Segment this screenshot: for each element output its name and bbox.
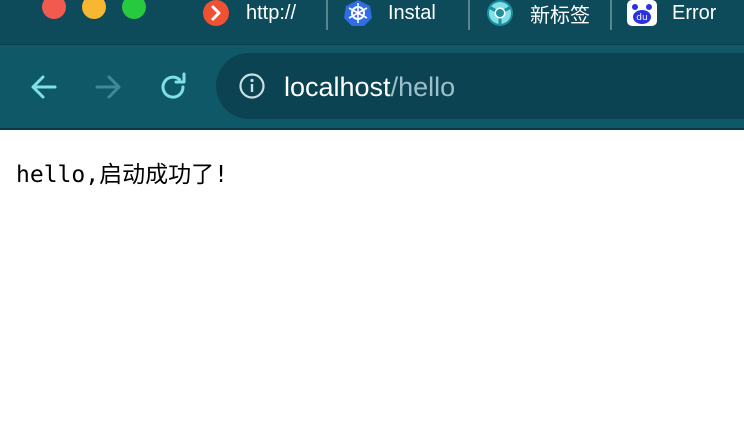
tab-title: http:// bbox=[246, 1, 297, 24]
svg-text:du: du bbox=[636, 13, 647, 23]
tab-separator bbox=[610, 0, 612, 30]
tab-new-tab[interactable]: 新标签 bbox=[484, 0, 600, 26]
reload-icon bbox=[161, 72, 186, 99]
minimize-window-button[interactable] bbox=[82, 0, 106, 19]
tab-install[interactable]: Instal bbox=[342, 0, 458, 26]
kubernetes-icon bbox=[342, 0, 374, 26]
maximize-window-button[interactable] bbox=[122, 0, 146, 19]
tab-strip: http:// Instal 新标签 du Error bbox=[0, 0, 744, 44]
tab-title: Instal bbox=[388, 1, 436, 24]
reload-button[interactable] bbox=[153, 67, 193, 107]
arrow-right-icon bbox=[95, 75, 121, 99]
close-window-button[interactable] bbox=[42, 0, 66, 19]
url-text[interactable]: localhost/hello bbox=[284, 71, 455, 103]
tab-error[interactable]: du Error bbox=[626, 0, 744, 26]
tab-http[interactable]: http:// bbox=[200, 0, 318, 26]
url-path: /hello bbox=[390, 72, 456, 102]
back-button[interactable] bbox=[24, 67, 64, 107]
favicon-red-icon bbox=[200, 0, 232, 26]
page-content: hello,启动成功了! bbox=[0, 130, 744, 428]
baidu-paw-icon: du bbox=[626, 0, 658, 26]
site-info-icon[interactable] bbox=[238, 72, 266, 100]
page-body-text: hello,启动成功了! bbox=[16, 162, 228, 188]
forward-button[interactable] bbox=[88, 67, 128, 107]
url-host: localhost bbox=[284, 72, 391, 102]
arrow-left-icon bbox=[31, 75, 57, 99]
tab-title: Error bbox=[672, 1, 717, 24]
tab-separator bbox=[468, 0, 470, 30]
tab-title: 新标签 bbox=[530, 4, 590, 27]
tab-separator bbox=[326, 0, 328, 30]
chrome-icon bbox=[484, 0, 516, 26]
address-bar[interactable]: localhost/hello bbox=[216, 53, 744, 119]
browser-toolbar: localhost/hello bbox=[0, 44, 744, 129]
